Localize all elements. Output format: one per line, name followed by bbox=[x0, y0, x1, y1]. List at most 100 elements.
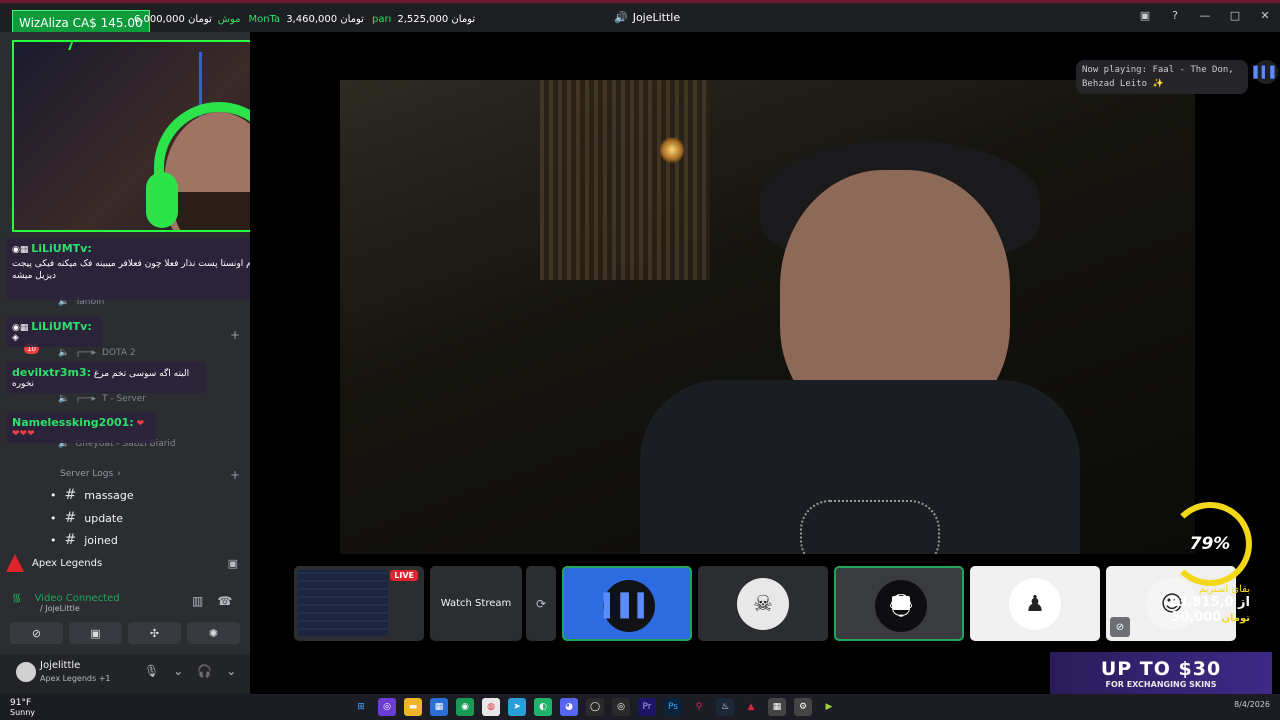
emote-icon: ◈ bbox=[12, 333, 19, 343]
minimize-button[interactable]: — bbox=[1198, 8, 1212, 22]
user-status: Apex Legends +1 bbox=[40, 674, 111, 683]
bullet-icon: • bbox=[50, 533, 57, 547]
ticker-value: 3,460,000 تومان bbox=[286, 14, 364, 25]
participant-tile-speaking[interactable]: ▍▌▍ bbox=[562, 566, 692, 641]
photoshop-icon[interactable]: Ps bbox=[664, 698, 682, 716]
store-icon[interactable]: ▦ bbox=[430, 698, 448, 716]
taskbar-apps: ⊞ ◎ ▬ ▦ ◉ ◍ ➤ ◐ ◕ ◯ ◎ Pr Ps ⚲ ♨ ▲ ▦ ⚙ ▶ bbox=[352, 698, 838, 716]
connector-icon: ┌──▸ bbox=[75, 394, 96, 404]
username: Jojelittle bbox=[40, 660, 81, 671]
system-clock[interactable]: 8/4/2026 bbox=[1234, 700, 1270, 709]
soundboard-button[interactable]: ✺ bbox=[187, 622, 240, 644]
discord-icon[interactable]: ◕ bbox=[560, 698, 578, 716]
app-icon[interactable]: ◉ bbox=[456, 698, 474, 716]
taskbar: 91°F Sunny ⊞ ◎ ▬ ▦ ◉ ◍ ➤ ◐ ◕ ◯ ◎ Pr Ps ⚲… bbox=[0, 694, 1280, 720]
maximize-button[interactable]: □ bbox=[1228, 8, 1242, 22]
chrome-icon[interactable]: ◍ bbox=[482, 698, 500, 716]
headset-earcup bbox=[146, 172, 178, 228]
steam-icon[interactable]: ♨ bbox=[716, 698, 734, 716]
game-activity[interactable]: Apex Legends ▣ bbox=[6, 548, 246, 578]
calculator-icon[interactable]: ▦ bbox=[768, 698, 786, 716]
screen-share-button[interactable]: ▣ bbox=[69, 622, 122, 644]
live-badge: LIVE bbox=[390, 570, 418, 581]
edge-icon[interactable]: ◐ bbox=[534, 698, 552, 716]
apex-icon[interactable]: ▲ bbox=[742, 698, 760, 716]
obs-icon[interactable]: ◯ bbox=[586, 698, 604, 716]
chevron-down-icon[interactable]: ⌄ bbox=[173, 664, 183, 678]
ticker-symbol: parı bbox=[371, 14, 392, 25]
search-icon[interactable]: ◎ bbox=[378, 698, 396, 716]
ticker-value: 2,525,000 تومان bbox=[397, 14, 476, 25]
ticker-account: WizAliza CA$ 145.00 bbox=[12, 10, 150, 34]
noise-suppression-icon[interactable]: ▥ bbox=[192, 594, 203, 608]
text-channel-massage[interactable]: • # massage bbox=[50, 487, 134, 503]
participant-tile[interactable]: ☠ bbox=[698, 566, 828, 641]
text-channel-update[interactable]: • # update bbox=[50, 510, 123, 526]
accent-line bbox=[0, 0, 1280, 3]
participant-tile[interactable]: ♟ bbox=[970, 566, 1100, 641]
telegram-icon[interactable]: ➤ bbox=[508, 698, 526, 716]
chart-thumbnail bbox=[298, 570, 388, 636]
camera-off-button[interactable]: ⊘ bbox=[10, 622, 63, 644]
voice-channel-label: T - Server bbox=[102, 394, 146, 404]
category-label: Server Logs bbox=[60, 469, 114, 479]
ticker-value: 6,000,000 تومان bbox=[134, 14, 212, 25]
chat-message: ◉▦ LiLiUMTv: ◈ bbox=[6, 316, 102, 347]
map-pin-icon[interactable]: ⚲ bbox=[690, 698, 708, 716]
connector-icon: ┌──▸ bbox=[75, 348, 96, 358]
activities-icon: ✣ bbox=[149, 626, 160, 640]
add-channel-icon[interactable]: + bbox=[230, 468, 240, 482]
ticker-account-name: WizAliza bbox=[19, 16, 69, 30]
ticker-symbol: موش bbox=[217, 14, 241, 25]
headphones-icon[interactable]: 🎧 bbox=[197, 664, 212, 678]
skull-avatar-icon: ☠ bbox=[737, 578, 789, 630]
voice-channel-t-server[interactable]: 🔈 ┌──▸ T - Server bbox=[58, 394, 146, 404]
chevron-down-icon[interactable]: ⌄ bbox=[226, 664, 236, 678]
stream-video[interactable] bbox=[340, 80, 1195, 554]
screen-share-icon: ▣ bbox=[90, 626, 101, 640]
disconnect-icon[interactable]: ☎ bbox=[217, 594, 232, 608]
recorder-icon[interactable]: ◎ bbox=[612, 698, 630, 716]
help-icon[interactable]: ? bbox=[1168, 8, 1182, 22]
activities-button[interactable]: ✣ bbox=[128, 622, 181, 644]
premiere-icon[interactable]: Pr bbox=[638, 698, 656, 716]
hash-icon: # bbox=[64, 510, 77, 526]
chat-username: Namelessking2001: bbox=[12, 416, 134, 429]
participant-tile-camera[interactable]: ⛑ bbox=[834, 566, 964, 641]
chat-message: ◉▦ LiLiUMTv: ب نظرم اونستا پست نذار فعلا… bbox=[6, 238, 286, 300]
channel-label: massage bbox=[84, 488, 134, 502]
game-name: Apex Legends bbox=[32, 557, 103, 569]
goal-of: از bbox=[1238, 595, 1250, 610]
channel-label: update bbox=[84, 511, 123, 525]
ticker-item: parı 2,525,000 تومان bbox=[372, 14, 475, 25]
voice-status-text: Video Connected bbox=[34, 593, 120, 604]
camera-off-icon: ⊘ bbox=[31, 626, 42, 640]
settings-icon[interactable]: ⚙ bbox=[794, 698, 812, 716]
add-channel-icon[interactable]: + bbox=[230, 328, 240, 342]
text-channel-joined[interactable]: • # joined bbox=[50, 532, 118, 548]
weather-widget[interactable]: 91°F Sunny bbox=[10, 698, 35, 718]
watch-stream-button[interactable]: Watch Stream bbox=[430, 566, 522, 641]
nvidia-icon[interactable]: ▶ bbox=[820, 698, 838, 716]
window-title-text: JojeLittle bbox=[632, 11, 681, 24]
folder-icon[interactable]: ▬ bbox=[404, 698, 422, 716]
voice-channel-label: DOTA 2 bbox=[102, 348, 136, 358]
popout-button[interactable]: ⟳ bbox=[526, 566, 556, 641]
curtain bbox=[540, 80, 710, 280]
microphone-icon[interactable]: 🎙 bbox=[144, 664, 159, 678]
activity-icon[interactable]: ▣ bbox=[228, 557, 238, 570]
category-server-logs[interactable]: Server Logs › bbox=[60, 469, 121, 479]
avatar[interactable] bbox=[14, 660, 38, 684]
ticker-item: MonTa 3,460,000 تومان bbox=[249, 14, 364, 25]
inbox-icon[interactable]: ▣ bbox=[1138, 8, 1152, 22]
close-button[interactable]: ✕ bbox=[1258, 8, 1272, 22]
shirt-print bbox=[800, 500, 940, 554]
participant-tiles: LIVE Watch Stream ⟳ ▍▌▍ ☠ ⛑ ♟ ☺ ⊘ bbox=[294, 566, 1236, 641]
voice-channel-dota2[interactable]: 🔈 ┌──▸ DOTA 2 bbox=[58, 348, 136, 358]
promo-subline: FOR EXCHANGING SKINS bbox=[1105, 680, 1217, 689]
gauge-percent: 79% bbox=[1189, 534, 1231, 554]
badge-icon: ◉▦ bbox=[12, 323, 32, 333]
windows-start-icon[interactable]: ⊞ bbox=[352, 698, 370, 716]
stream-preview-tile[interactable]: LIVE bbox=[294, 566, 424, 641]
audio-wave-icon[interactable]: ▌▍▌ bbox=[1253, 60, 1279, 84]
